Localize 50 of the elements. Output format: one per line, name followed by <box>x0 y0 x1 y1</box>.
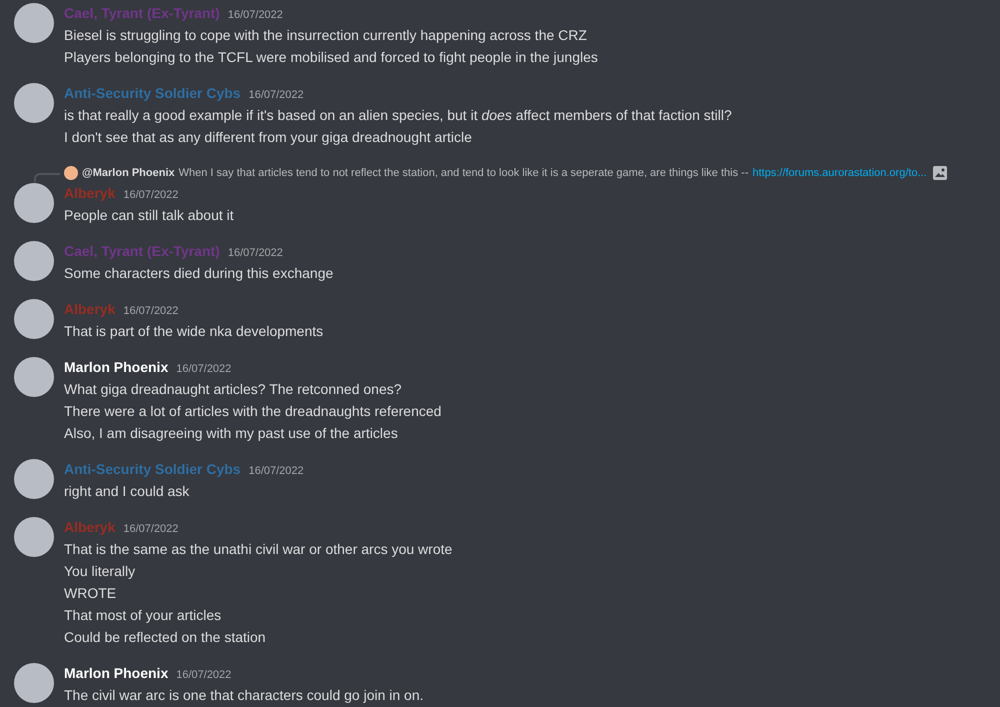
reply-avatar <box>64 166 78 180</box>
username[interactable]: Alberyk <box>64 299 116 320</box>
timestamp: 16/07/2022 <box>248 88 304 103</box>
user-avatar[interactable] <box>14 183 54 223</box>
message-text: The civil war arc is one that characters could go join in on. <box>64 686 424 705</box>
message-text: That most of your articles <box>64 606 222 625</box>
user-avatar[interactable] <box>14 241 54 281</box>
message-text: Players belonging to the TCFL were mobilised and forced to fight people in the jungles <box>64 48 598 67</box>
username[interactable]: Anti-Security Soldier Cybs <box>64 83 241 104</box>
message-text: People can still talk about it <box>64 206 234 225</box>
timestamp: 16/07/2022 <box>176 362 232 377</box>
reply-link[interactable]: https://forums.aurorastation.org/to... <box>752 164 927 182</box>
username[interactable]: Anti-Security Soldier Cybs <box>64 459 241 480</box>
message-text: right and I could ask <box>64 482 190 501</box>
user-avatar[interactable] <box>14 299 54 339</box>
message-text: I don't see that as any different from your giga dreadnought article <box>64 128 473 147</box>
user-avatar[interactable] <box>14 3 54 43</box>
message-text: is that really a good example if it's based on an alien species, but it does affect members of that faction still? <box>64 106 732 125</box>
reply-text: When I say that articles tend to not reflect the station, and tend to look like it is a seperate game, are things like this -- <box>178 166 748 181</box>
timestamp: 16/07/2022 <box>176 668 232 683</box>
reply-connector <box>34 173 60 182</box>
user-avatar[interactable] <box>14 459 54 499</box>
message-text: You literally <box>64 562 136 581</box>
message-text: Also, I am disagreeing with my past use of the articles <box>64 424 399 443</box>
message-text: That is the same as the unathi civil war or other arcs you wrote <box>64 540 452 559</box>
image-icon <box>932 166 947 180</box>
reply-author[interactable]: @Marlon Phoenix <box>82 164 175 182</box>
username[interactable]: Cael, Tyrant (Ex-Tyrant) <box>64 241 220 262</box>
timestamp: 16/07/2022 <box>228 246 283 261</box>
username[interactable]: Marlon Phoenix <box>64 357 168 378</box>
message-text: Biesel is struggling to cope with the insurrection currently happening across the CRZ <box>64 26 588 45</box>
message-text: WROTE <box>64 584 118 603</box>
username[interactable]: Alberyk <box>64 183 116 204</box>
timestamp: 16/07/2022 <box>123 304 178 319</box>
user-avatar[interactable] <box>14 357 54 397</box>
message-text: Could be reflected on the station <box>64 628 267 647</box>
username[interactable]: Marlon Phoenix <box>64 663 168 684</box>
timestamp: 16/07/2022 <box>248 464 304 479</box>
message-text: That is part of the wide nka developments <box>64 322 324 341</box>
message-text: What giga dreadnaught articles? The retconned ones? <box>64 380 403 399</box>
username[interactable]: Cael, Tyrant (Ex-Tyrant) <box>64 3 220 24</box>
timestamp: 16/07/2022 <box>123 188 178 203</box>
user-avatar[interactable] <box>14 517 54 557</box>
user-avatar[interactable] <box>14 663 54 703</box>
timestamp: 16/07/2022 <box>123 522 178 537</box>
user-avatar[interactable] <box>14 83 54 123</box>
timestamp: 16/07/2022 <box>228 8 283 23</box>
message-text: Some characters died during this exchange <box>64 264 334 283</box>
message-text: There were a lot of articles with the dreadnaughts referenced <box>64 402 442 421</box>
username[interactable]: Alberyk <box>64 517 116 538</box>
